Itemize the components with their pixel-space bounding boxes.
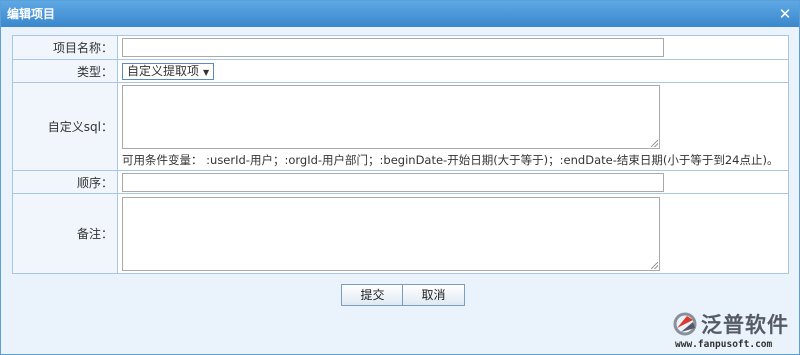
item-name-label: 项目名称： — [12, 35, 118, 60]
remark-label: 备注： — [12, 193, 118, 274]
custom-sql-label: 自定义sql： — [12, 82, 118, 171]
resize-grip-icon[interactable] — [651, 140, 658, 147]
dropdown-arrow-icon: ▼ — [203, 67, 210, 77]
edit-form: 项目名称： 类型： 自定义提取项 ▼ 自定义sql： 可用条件变量： :userI… — [12, 35, 789, 274]
item-name-input[interactable] — [122, 38, 664, 57]
submit-button[interactable]: 提交 — [341, 284, 404, 306]
order-label: 顺序： — [12, 170, 118, 194]
close-icon[interactable]: ✕ — [777, 6, 793, 22]
edit-item-dialog: 编辑项目 ✕ 项目名称： 类型： 自定义提取项 ▼ 自定义sql： 可用条件变量… — [0, 0, 800, 355]
resize-grip-icon[interactable] — [651, 261, 658, 269]
dialog-titlebar: 编辑项目 ✕ — [1, 1, 799, 27]
fanpusoft-watermark: 泛普软件 www.fanpusoft.com — [673, 309, 798, 354]
brand-url: www.fanpusoft.com — [675, 339, 773, 350]
dialog-title: 编辑项目 — [7, 7, 56, 21]
fanpusoft-logo-icon — [673, 312, 697, 336]
type-select[interactable]: 自定义提取项 ▼ — [122, 62, 215, 80]
type-select-value: 自定义提取项 — [127, 63, 200, 78]
custom-sql-textarea[interactable] — [122, 85, 660, 149]
type-label: 类型： — [12, 59, 118, 83]
order-input[interactable] — [122, 172, 664, 192]
remark-textarea[interactable] — [122, 196, 660, 271]
brand-name: 泛普软件 — [701, 313, 789, 337]
cancel-button[interactable]: 取消 — [402, 284, 465, 306]
sql-variables-hint: 可用条件变量： :userId-用户；:orgId-用户部门；:beginDat… — [122, 153, 779, 167]
